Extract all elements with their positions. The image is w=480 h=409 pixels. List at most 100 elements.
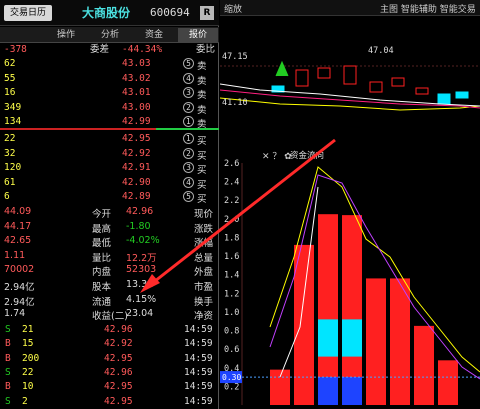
axis-tick-label: 2.4 <box>224 178 239 188</box>
stat-label: 涨跌 <box>194 223 214 235</box>
sell-level: 2 <box>183 101 194 113</box>
buy-side-label: 买 <box>197 165 207 176</box>
tick-direction: S <box>5 324 11 335</box>
weicha-value: -378 <box>4 44 27 55</box>
tick-price: 42.95 <box>104 395 133 407</box>
buy-side-label: 买 <box>197 136 207 147</box>
tick-volume: 200 <box>22 352 40 364</box>
tick-time: 14:59 <box>184 324 213 335</box>
stat-label: 最低 <box>92 238 112 250</box>
upper-axis-high: 47.15 <box>222 52 248 62</box>
sell-row: 卖 3 43.01 16 <box>0 87 219 101</box>
tick-price: 42.96 <box>104 324 133 335</box>
tick-time: 14:59 <box>184 366 213 378</box>
settings-icon[interactable]: ✕ ？ ✿ <box>262 149 292 162</box>
tick-price: 42.92 <box>104 338 133 350</box>
buy-row: 买 1 42.95 22 <box>0 133 219 147</box>
axis-tick-label: 1.4 <box>224 271 239 281</box>
buy-price: 42.92 <box>122 147 151 159</box>
tick-row: 14:59 42.92 15 B <box>0 338 219 352</box>
stock-name: 大商股份 <box>82 6 131 20</box>
candle <box>317 67 331 79</box>
stat-value: 4.15% <box>126 293 157 305</box>
tick-volume: 15 <box>22 338 34 350</box>
r-badge: R <box>200 6 214 20</box>
axis-tick-label: 2.6 <box>224 159 239 169</box>
candle <box>391 77 405 87</box>
tab-quote[interactable]: 报价 <box>178 28 218 42</box>
fund-bar-red <box>270 369 290 405</box>
stat-label: 现价 <box>194 209 214 220</box>
tick-volume: 2 <box>22 395 28 407</box>
buy-level: 4 <box>183 176 194 188</box>
stat-value: -1.80 <box>126 220 151 232</box>
buy-price: 42.90 <box>122 176 151 188</box>
chart-panel: 缩放 主图 智能辅助 智能交易 47.15 41.10 47.04 2.6 2.4… <box>220 0 480 409</box>
buy-volume: 120 <box>4 162 22 173</box>
tick-row: 14:59 42.96 22 S <box>0 367 219 381</box>
indicator-tabs[interactable]: 主图 智能辅助 智能交易 <box>380 2 476 15</box>
tick-row: 14:59 42.95 10 B <box>0 381 219 395</box>
stat-value: 44.09 <box>4 206 32 217</box>
buy-volume: 22 <box>4 133 16 144</box>
stat-label: 今开 <box>92 209 112 220</box>
tick-direction: S <box>5 395 11 407</box>
stat-label: 换手 <box>194 296 214 308</box>
stat-value: 1.74 <box>4 308 26 320</box>
tick-volume: 21 <box>22 324 34 335</box>
tick-volume: 10 <box>22 381 34 393</box>
stat-row: 涨跌 -1.80 最高 44.17 <box>0 220 219 235</box>
stat-row: 市盈 13.31 股本 2.94亿 <box>0 279 219 293</box>
tick-price: 42.95 <box>104 381 133 393</box>
weibi-label: 委比 <box>195 44 215 55</box>
tab-analysis[interactable]: 分析 <box>90 28 130 42</box>
calendar-button[interactable]: 交易日历 <box>4 5 52 21</box>
stat-value: -4.02% <box>126 235 160 247</box>
stat-label: 内盘 <box>92 267 112 279</box>
tab-funds[interactable]: 资金 <box>134 28 174 42</box>
sell-price: 43.01 <box>122 87 151 98</box>
stat-label: 股本 <box>92 282 112 293</box>
tick-direction: S <box>5 366 11 378</box>
axis-tick-label: 0.8 <box>224 327 239 337</box>
stat-row: 总量 12.2万 量比 1.11 <box>0 250 219 264</box>
orderbook-header: 委比 -44.34% 委差 -378 <box>0 44 219 56</box>
mid-divider-green <box>156 128 219 130</box>
weicha-label: 委差 <box>90 44 110 55</box>
axis-tick-label: 1.2 <box>224 289 239 299</box>
buy-volume: 32 <box>4 147 16 159</box>
tick-price: 42.95 <box>104 352 133 364</box>
fund-bar-red <box>390 278 410 405</box>
buy-row: 买 4 42.90 61 <box>0 176 219 191</box>
buy-level: 1 <box>183 133 194 144</box>
tick-row: 14:59 42.95 2 S <box>0 396 219 409</box>
axis-tick-label: 1.0 <box>224 308 239 318</box>
sell-volume: 55 <box>4 72 16 84</box>
candle <box>455 91 469 99</box>
sell-volume: 349 <box>4 101 22 113</box>
quote-tabs: 报价 资金 分析 操作 <box>0 27 219 43</box>
candle <box>295 69 309 87</box>
stat-value: 2.94亿 <box>4 282 35 293</box>
stat-label: 外盘 <box>194 267 214 279</box>
stat-value: 13.31 <box>126 279 154 290</box>
sell-level: 1 <box>183 116 194 127</box>
axis-tick-label: 0.2 <box>224 382 239 392</box>
axis-tick-label: 1.8 <box>224 233 239 243</box>
stat-label: 市盈 <box>194 282 214 293</box>
tab-operate[interactable]: 操作 <box>46 28 86 42</box>
fund-bar-blue <box>342 377 362 405</box>
sell-volume: 134 <box>4 116 22 127</box>
stat-value: 44.17 <box>4 220 32 232</box>
zoom-label[interactable]: 缩放 <box>224 2 242 15</box>
lower-title: 资金流向 <box>290 151 325 161</box>
stat-label: 流通 <box>92 296 112 308</box>
tick-time: 14:59 <box>184 395 213 407</box>
stat-value: 52303 <box>126 264 157 276</box>
buy-level: 3 <box>183 162 194 173</box>
fund-bar-red <box>342 215 362 405</box>
stat-value: 12.2万 <box>126 252 157 264</box>
tick-time: 14:59 <box>184 352 213 364</box>
buy-row: 买 2 42.92 32 <box>0 147 219 162</box>
tick-direction: B <box>5 352 11 364</box>
